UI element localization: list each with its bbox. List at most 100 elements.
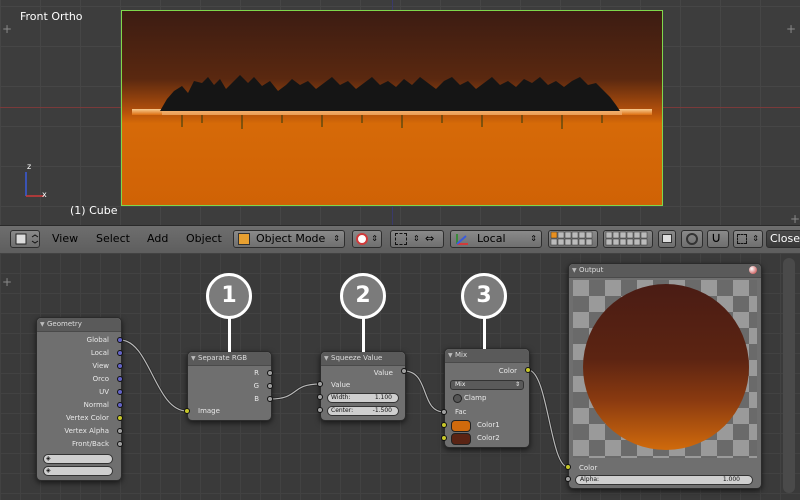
- badge-2-stem: [362, 318, 365, 352]
- socket-label-global: Global: [86, 336, 109, 344]
- mix-node-title: Mix: [455, 351, 468, 359]
- socket-label-color-out: Color: [498, 367, 517, 375]
- socket-image[interactable]: [184, 408, 190, 414]
- snap-element-selector[interactable]: ⇕: [733, 230, 763, 248]
- separate-rgb-node-header[interactable]: ▼ Separate RGB: [188, 352, 271, 366]
- socket-fac[interactable]: [441, 409, 447, 415]
- render-layer-icon: [662, 234, 672, 243]
- area-split-icon[interactable]: +: [2, 22, 12, 36]
- socket-label-normal: Normal: [83, 401, 109, 409]
- preview-sphere-icon[interactable]: [749, 266, 757, 274]
- object-menu[interactable]: Object: [186, 231, 222, 247]
- snap-element-icon: [737, 234, 747, 244]
- socket-global[interactable]: [117, 337, 123, 343]
- socket-view[interactable]: [117, 363, 123, 369]
- camera-render-frame: [121, 10, 663, 206]
- color1-swatch[interactable]: [451, 420, 471, 432]
- 3d-viewport[interactable]: Front Ortho (1) Cube z x + + +: [0, 0, 800, 225]
- select-menu[interactable]: Select: [96, 231, 130, 247]
- proportional-edit-button[interactable]: [681, 230, 703, 248]
- socket-b[interactable]: [267, 396, 273, 402]
- snap-target-selector[interactable]: Closes: [766, 230, 800, 248]
- lock-layers-button[interactable]: [658, 230, 676, 248]
- alpha-field[interactable]: Alpha: 1.000: [575, 475, 753, 485]
- view-name-label: Front Ortho: [20, 10, 83, 23]
- socket-label-color-in: Color: [579, 464, 598, 472]
- socket-label-g: G: [253, 382, 259, 390]
- layers-grid-icon: [605, 231, 648, 246]
- socket-label-orco: Orco: [92, 375, 109, 383]
- layer-buttons-a[interactable]: [548, 230, 598, 248]
- width-field[interactable]: Width: 1.100: [327, 393, 399, 403]
- updown-arrow-icon: ⇕: [530, 234, 537, 243]
- uv-map-icon: ◈: [46, 455, 51, 462]
- socket-normal[interactable]: [117, 402, 123, 408]
- magnet-icon: ∪: [711, 230, 722, 246]
- squeeze-value-node[interactable]: ▼ Squeeze Value Value Value Width: 1.100 …: [320, 351, 406, 421]
- uv-map-field[interactable]: ◈: [43, 454, 113, 464]
- socket-vertex-alpha[interactable]: [117, 428, 123, 434]
- mix-node-header[interactable]: ▼ Mix: [445, 349, 529, 363]
- socket-front-back[interactable]: [117, 441, 123, 447]
- collapse-arrow-icon[interactable]: ▼: [448, 349, 453, 362]
- shading-sphere-icon: [356, 233, 368, 245]
- socket-color-in[interactable]: [565, 464, 571, 470]
- collapse-arrow-icon[interactable]: ▼: [191, 352, 196, 365]
- vertex-color-field[interactable]: ◈: [43, 466, 113, 476]
- separate-rgb-node[interactable]: ▼ Separate RGB R G B Image: [187, 351, 272, 421]
- center-field[interactable]: Center: -1.500: [327, 406, 399, 416]
- socket-value-in[interactable]: [317, 381, 323, 387]
- socket-orco[interactable]: [117, 376, 123, 382]
- orientation-label: Local: [477, 232, 506, 245]
- center-field-value: -1.500: [372, 407, 392, 414]
- add-menu[interactable]: Add: [147, 231, 168, 247]
- output-node-header[interactable]: ▼ Output: [569, 264, 761, 278]
- blend-mode-select[interactable]: Mix ⇕: [450, 380, 524, 390]
- collapse-arrow-icon[interactable]: ▼: [324, 352, 329, 365]
- socket-value-out[interactable]: [401, 368, 407, 374]
- updown-arrow-icon: ⇕: [413, 234, 420, 243]
- socket-color-out[interactable]: [525, 367, 531, 373]
- area-split-icon[interactable]: +: [786, 22, 796, 36]
- manipulator-toggle-icon[interactable]: ⇔: [425, 231, 434, 247]
- geometry-node[interactable]: ▼ Geometry Global Local View Orco UV Norm…: [36, 317, 122, 481]
- layer-buttons-b[interactable]: [603, 230, 653, 248]
- annotation-badge-1: 1: [206, 273, 252, 319]
- badge-1-stem: [228, 318, 231, 352]
- width-field-label: Width:: [331, 394, 351, 401]
- blend-mode-value: Mix: [455, 381, 466, 388]
- updown-arrow-icon: ⇕: [514, 381, 520, 388]
- pivot-icon: [395, 233, 407, 245]
- geometry-node-header[interactable]: ▼ Geometry: [37, 318, 121, 332]
- output-node[interactable]: ▼ Output Color Alpha: 1.000: [568, 263, 762, 489]
- editor-type-button[interactable]: [10, 230, 40, 248]
- shading-selector[interactable]: ⇕: [352, 230, 382, 248]
- squeeze-value-node-header[interactable]: ▼ Squeeze Value: [321, 352, 405, 366]
- orientation-selector[interactable]: Local ⇕: [450, 230, 542, 248]
- area-split-icon[interactable]: +: [790, 212, 800, 225]
- proportional-edit-icon: [686, 233, 698, 245]
- mountain-silhouette: [132, 75, 652, 129]
- snap-toggle-button[interactable]: ∪: [707, 230, 729, 248]
- color2-swatch[interactable]: [451, 433, 471, 445]
- socket-color2[interactable]: [441, 435, 447, 441]
- mix-node[interactable]: ▼ Mix Color Mix ⇕ Clamp Fac Color1 Color2: [444, 348, 530, 448]
- socket-uv[interactable]: [117, 389, 123, 395]
- socket-local[interactable]: [117, 350, 123, 356]
- node-editor[interactable]: + ▼ Geometry Global Local View Orco UV No…: [0, 253, 800, 500]
- socket-color1[interactable]: [441, 422, 447, 428]
- collapse-arrow-icon[interactable]: ▼: [572, 264, 577, 277]
- socket-center[interactable]: [317, 407, 323, 413]
- clamp-checkbox[interactable]: [453, 394, 462, 403]
- pivot-selector[interactable]: ⇕ ⇔: [390, 230, 444, 248]
- annotation-badge-2: 2: [340, 273, 386, 319]
- mode-selector[interactable]: Object Mode ⇕: [233, 230, 345, 248]
- socket-alpha[interactable]: [565, 476, 571, 482]
- socket-width[interactable]: [317, 394, 323, 400]
- collapse-arrow-icon[interactable]: ▼: [40, 318, 45, 331]
- socket-vertex-color[interactable]: [117, 415, 123, 421]
- socket-label-view: View: [92, 362, 109, 370]
- socket-g[interactable]: [267, 383, 273, 389]
- socket-r[interactable]: [267, 370, 273, 376]
- view-menu[interactable]: View: [52, 231, 78, 247]
